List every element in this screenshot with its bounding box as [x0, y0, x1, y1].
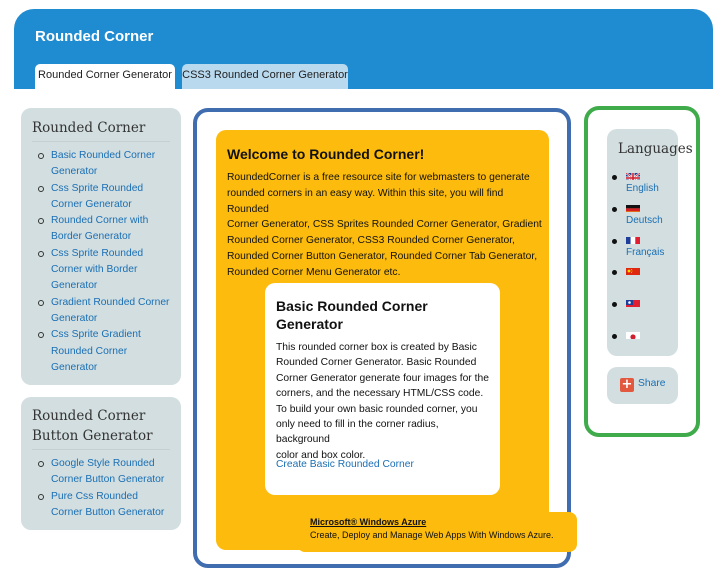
sidebar-item-css-sprite-rounded-corner-generator[interactable]: Css Sprite RoundedCorner Generator: [33, 181, 170, 214]
sidebar-item-gradient-rounded-corner-generator[interactable]: Gradient Rounded CornerGenerator: [33, 295, 170, 328]
language-item-chinese-simplified[interactable]: [626, 265, 640, 275]
ad-text: Create, Deploy and Manage Web Apps With …: [310, 530, 553, 540]
sidebar-item-css-sprite-gradient-rounded-corner-generator[interactable]: Css Sprite GradientRounded CornerGenerat…: [33, 327, 170, 376]
basic-generator-title: Basic Rounded CornerGenerator: [276, 297, 496, 333]
sidebar-item-rounded-corner-with-border-generator[interactable]: Rounded Corner withBorder Generator: [33, 213, 170, 246]
language-name: English: [626, 183, 659, 195]
tab-css3-rounded-corner-generator[interactable]: CSS3 Rounded Corner Generator: [182, 64, 348, 89]
welcome-text: RoundedCorner is a free resource site fo…: [227, 170, 545, 281]
sidebar-button-generators: Rounded CornerButton Generator Google St…: [21, 397, 181, 530]
generator-list: Basic Rounded CornerGenerator Css Sprite…: [33, 148, 170, 376]
ad-box: Microsoft® Windows Azure Create, Deploy …: [297, 512, 577, 552]
sidebar-generators-title: Rounded Corner: [32, 118, 145, 138]
sidebar-item-pure-css-button-generator[interactable]: Pure Css RoundedCorner Button Generator: [33, 489, 164, 522]
sidebar-item-google-style-button-generator[interactable]: Google Style RoundedCorner Button Genera…: [33, 456, 164, 489]
language-name: Français: [626, 247, 664, 259]
language-item-chinese-traditional[interactable]: [626, 297, 640, 307]
welcome-title: Welcome to Rounded Corner!: [227, 146, 424, 162]
ad-title-link[interactable]: Microsoft® Windows Azure: [310, 517, 426, 527]
plus-icon: +: [620, 378, 634, 392]
create-basic-rounded-corner-link[interactable]: Create Basic Rounded Corner: [276, 459, 414, 470]
languages-title: Languages: [618, 141, 693, 157]
language-item-francais[interactable]: Français: [626, 234, 664, 259]
language-name: Deutsch: [626, 215, 663, 227]
divider: [32, 141, 170, 142]
language-item-deutsch[interactable]: Deutsch: [626, 202, 663, 227]
sidebar-item-basic-rounded-corner-generator[interactable]: Basic Rounded CornerGenerator: [33, 148, 170, 181]
share-button[interactable]: + Share: [607, 367, 678, 404]
fr-flag-icon: [626, 234, 640, 244]
site-title[interactable]: Rounded Corner: [35, 28, 153, 45]
sidebar-generators: Rounded Corner Basic Rounded CornerGener…: [21, 108, 181, 385]
divider: [32, 449, 170, 450]
tw-flag-icon: [626, 297, 640, 307]
languages-box: Languages English Deutsch Français: [607, 129, 678, 356]
language-item-japanese[interactable]: [626, 329, 640, 339]
de-flag-icon: [626, 202, 640, 212]
button-generator-list: Google Style RoundedCorner Button Genera…: [33, 456, 164, 521]
sidebar-button-generators-title: Rounded CornerButton Generator: [32, 406, 153, 446]
cn-flag-icon: [626, 265, 640, 275]
basic-generator-box: Basic Rounded CornerGenerator This round…: [265, 283, 500, 495]
uk-flag-icon: [626, 170, 640, 180]
site-header: Rounded Corner Rounded Corner Generator …: [14, 9, 713, 89]
basic-generator-text: This rounded corner box is created by Ba…: [276, 340, 494, 463]
share-label: Share: [638, 378, 665, 389]
language-item-english[interactable]: English: [626, 170, 659, 195]
tab-rounded-corner-generator[interactable]: Rounded Corner Generator: [35, 64, 175, 89]
sidebar-item-css-sprite-rounded-corner-with-border-generator[interactable]: Css Sprite RoundedCorner with BorderGene…: [33, 246, 170, 295]
jp-flag-icon: [626, 329, 640, 339]
